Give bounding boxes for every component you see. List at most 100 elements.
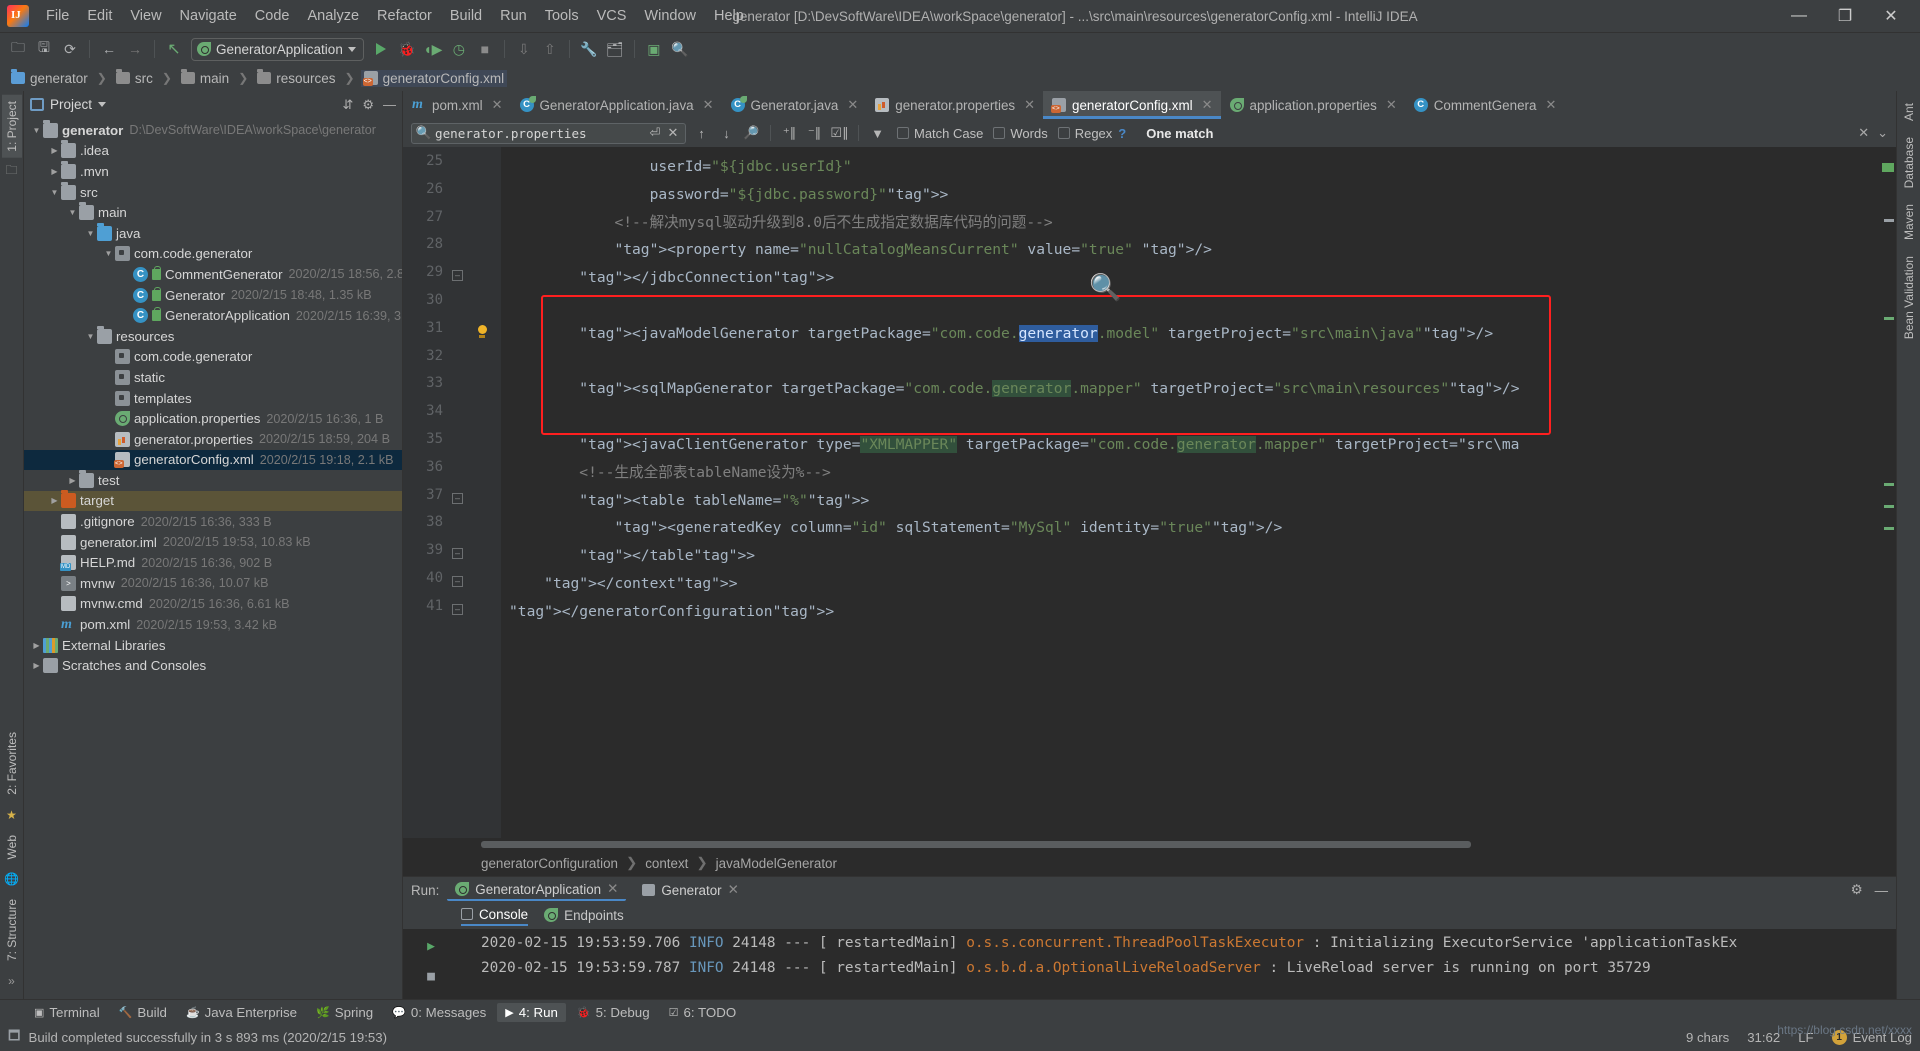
menu-navigate[interactable]: Navigate — [171, 4, 246, 28]
editor-tab[interactable]: application.properties ✕ — [1221, 91, 1405, 119]
structure-crumb-context[interactable]: context — [645, 856, 688, 871]
tree-node[interactable]: generatorConfig.xml 2020/2/15 19:18, 2.1… — [24, 449, 402, 471]
tree-node[interactable]: ▼ generator D:\DevSoftWare\IDEA\workSpac… — [24, 119, 402, 141]
tool-window-terminal[interactable]: ▣ Terminal — [26, 1003, 108, 1022]
tool-window-0-messages[interactable]: 💬 0: Messages — [384, 1003, 494, 1022]
menu-code[interactable]: Code — [246, 4, 299, 28]
profile-icon[interactable]: ◷ — [447, 37, 471, 61]
tool-window-build[interactable]: 🔨 Build — [111, 1003, 175, 1022]
code-fold-icon[interactable]: – — [452, 492, 463, 504]
menu-view[interactable]: View — [121, 4, 170, 28]
run-tab-generator[interactable]: Generator ✕ — [634, 880, 747, 900]
sidebar-tab-web[interactable]: Web — [2, 829, 22, 865]
close-icon[interactable]: ✕ — [607, 881, 618, 897]
editor-tab-bar[interactable]: m pom.xml ✕ C GeneratorApplication.java … — [403, 91, 1896, 119]
editor-tab[interactable]: C GeneratorApplication.java ✕ — [511, 91, 722, 119]
menu-vcs[interactable]: VCS — [588, 4, 636, 28]
code-text-area[interactable]: userId="${jdbc.userId}" password="${jdbc… — [501, 147, 1896, 838]
menu-tools[interactable]: Tools — [536, 4, 588, 28]
tree-node[interactable]: .gitignore 2020/2/15 16:36, 333 B — [24, 511, 402, 532]
editor-tab[interactable]: C Generator.java ✕ — [722, 91, 867, 119]
tree-node[interactable]: C CommentGenerator 2020/2/15 18:56, 2.8 — [24, 264, 402, 285]
menu-file[interactable]: File — [37, 4, 78, 28]
tree-node[interactable]: C Generator 2020/2/15 18:48, 1.35 kB — [24, 285, 402, 306]
gear-icon[interactable]: ⚙ — [1851, 882, 1863, 898]
regex-help-icon[interactable]: ? — [1118, 126, 1126, 141]
close-tab-icon[interactable]: ✕ — [1024, 97, 1035, 113]
add-selection-next-occurrence-icon[interactable]: ⁺∥ — [780, 124, 799, 143]
menu-build[interactable]: Build — [441, 4, 491, 28]
remove-occurrence-icon[interactable]: ⁻∥ — [805, 124, 824, 143]
select-all-occurrences-icon[interactable]: ☑∥ — [830, 124, 849, 143]
scrollbar-thumb[interactable] — [481, 841, 1471, 848]
close-tab-icon[interactable]: ✕ — [1545, 97, 1556, 113]
star-icon[interactable]: ★ — [4, 807, 20, 823]
last-edit-location-icon[interactable]: ↖ — [162, 37, 186, 61]
editor-tab[interactable]: generator.properties ✕ — [866, 91, 1043, 119]
tree-node[interactable]: static — [24, 367, 402, 388]
breadcrumb-resources[interactable]: resources — [254, 69, 338, 87]
tree-node[interactable]: > mvnw 2020/2/15 16:36, 10.07 kB — [24, 573, 402, 594]
stop-icon[interactable]: ■ — [422, 967, 440, 985]
breadcrumb-main[interactable]: main — [178, 69, 232, 87]
find-all-icon[interactable]: 🔎 — [742, 124, 761, 143]
tree-node[interactable]: HELP.md 2020/2/15 16:36, 902 B — [24, 552, 402, 573]
chevrons-right-icon[interactable]: » — [4, 973, 20, 989]
tree-node[interactable]: ▼ src — [24, 181, 402, 203]
tab-endpoints[interactable]: Endpoints — [544, 908, 624, 925]
gear-icon[interactable]: ⚙ — [362, 97, 374, 113]
editor-tab[interactable]: m pom.xml ✕ — [403, 91, 511, 119]
commit-icon[interactable]: ⇧ — [538, 37, 562, 61]
maximize-button[interactable]: ❐ — [1822, 0, 1868, 32]
run-tab-generatorapplication[interactable]: GeneratorApplication ✕ — [447, 879, 627, 901]
sidebar-tab-bean-validation[interactable]: Bean Validation — [1899, 250, 1919, 345]
stop-icon[interactable]: ■ — [473, 37, 497, 61]
forward-arrow-icon[interactable]: → — [123, 37, 147, 61]
back-arrow-icon[interactable]: ← — [97, 37, 121, 61]
hide-panel-icon[interactable]: — — [383, 97, 396, 112]
sidebar-tab-structure[interactable]: 7: Structure — [2, 893, 22, 967]
run-anything-icon[interactable]: ▣ — [642, 37, 666, 61]
clear-search-icon[interactable]: ✕ — [666, 124, 680, 143]
tree-node[interactable]: ▶ .idea — [24, 140, 402, 162]
settings-wrench-icon[interactable]: 🔧 — [577, 37, 601, 61]
chevron-down-icon[interactable] — [98, 102, 107, 107]
run-configuration-selector[interactable]: GeneratorApplication — [191, 37, 364, 61]
sidebar-tab-maven[interactable]: Maven — [1899, 198, 1919, 246]
tree-expand-arrow[interactable]: ▶ — [30, 641, 43, 650]
minimize-button[interactable]: — — [1776, 0, 1822, 32]
tree-node[interactable]: templates — [24, 388, 402, 409]
project-tree[interactable]: ▼ generator D:\DevSoftWare\IDEA\workSpac… — [24, 118, 402, 999]
run-with-coverage-icon[interactable]: ◖▶ — [421, 37, 445, 61]
breadcrumb-generatorconfig[interactable]: generatorConfig.xml — [360, 69, 508, 87]
globe-icon[interactable]: 🌐 — [4, 871, 20, 887]
editor-vertical-scrollbar[interactable] — [1882, 147, 1896, 838]
filter-icon[interactable]: ▼ — [868, 124, 887, 143]
menu-run[interactable]: Run — [491, 4, 536, 28]
tree-node[interactable]: ▶ Scratches and Consoles — [24, 655, 402, 676]
sidebar-tab-project[interactable]: 1: Project — [1, 95, 22, 158]
tree-node[interactable]: com.code.generator — [24, 347, 402, 368]
tree-node[interactable]: ▶ test — [24, 469, 402, 491]
structure-crumb-javamodelgenerator[interactable]: javaModelGenerator — [716, 856, 837, 871]
close-tab-icon[interactable]: ✕ — [1386, 97, 1397, 113]
match-case-checkbox[interactable]: Match Case — [897, 126, 983, 141]
sidebar-tab-database[interactable]: Database — [1899, 131, 1919, 194]
regex-checkbox[interactable]: Regex — [1057, 126, 1112, 141]
tool-window-6-todo[interactable]: ☑ 6: TODO — [661, 1003, 745, 1022]
words-checkbox[interactable]: Words — [993, 126, 1048, 141]
close-tab-icon[interactable]: ✕ — [703, 97, 714, 113]
tree-expand-arrow[interactable]: ▼ — [48, 188, 61, 197]
chevrons-icon[interactable]: » — [422, 997, 440, 1000]
code-fold-icon[interactable]: – — [452, 548, 463, 560]
code-fold-icon[interactable]: – — [452, 576, 463, 587]
tool-window-spring[interactable]: 🌿 Spring — [308, 1003, 381, 1022]
status-info-icon[interactable]: 🗖 — [8, 1027, 21, 1049]
find-next-icon[interactable]: ↓ — [717, 124, 736, 143]
rerun-icon[interactable]: ▶ — [422, 937, 440, 955]
tab-console[interactable]: Console — [461, 907, 529, 926]
project-structure-icon[interactable]: 🗂 — [603, 37, 627, 61]
tree-expand-arrow[interactable]: ▼ — [30, 126, 43, 135]
run-icon[interactable] — [369, 37, 393, 61]
status-caret-position[interactable]: 31:62 — [1747, 1030, 1780, 1045]
